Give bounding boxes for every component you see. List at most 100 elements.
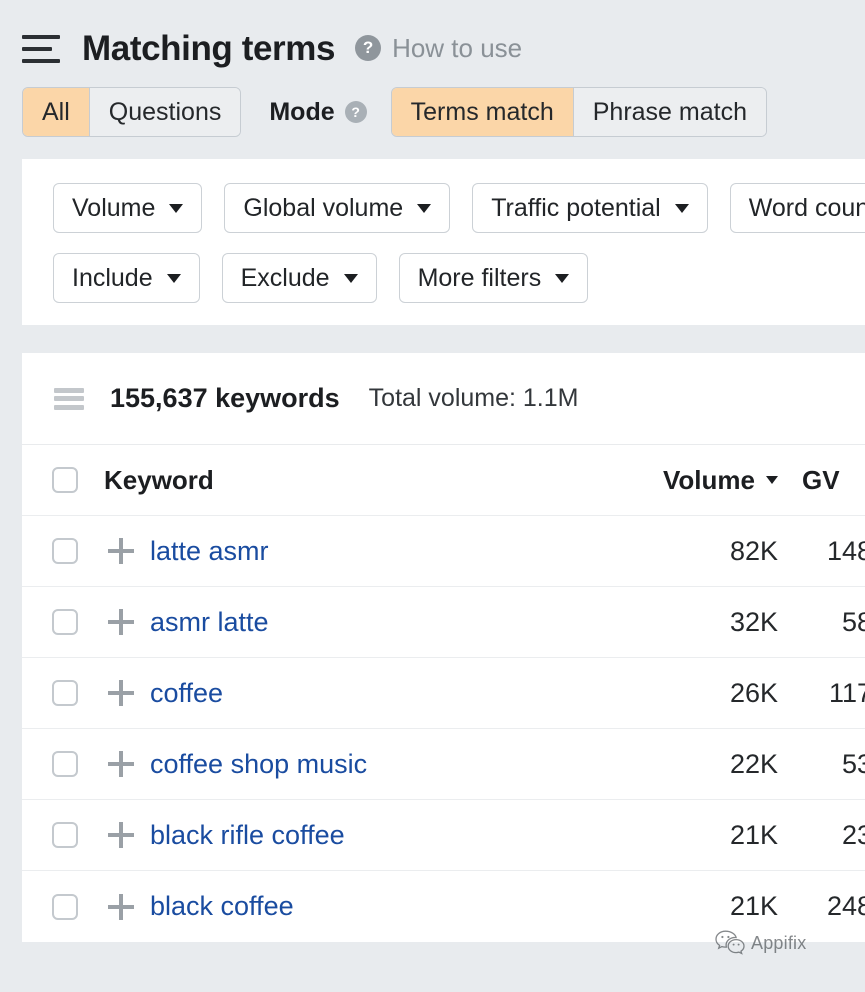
keyword-link[interactable]: black coffee [150, 891, 294, 921]
row-select-cell [22, 680, 98, 706]
keyword-count: 155,637 keywords [110, 383, 340, 414]
row-select-cell [22, 609, 98, 635]
add-keyword-cell [98, 538, 144, 564]
volume-cell: 21K [592, 820, 792, 851]
filter-more-filters[interactable]: More filters [399, 253, 589, 303]
column-header-volume-label: Volume [663, 465, 755, 496]
page-title: Matching terms [82, 31, 335, 66]
mode-toggle-group: Terms match Phrase match [391, 87, 767, 137]
row-checkbox[interactable] [52, 538, 78, 564]
keyword-cell: latte asmr [144, 536, 592, 567]
row-select-cell [22, 751, 98, 777]
plus-icon[interactable] [108, 680, 134, 706]
chevron-down-icon [167, 274, 181, 283]
gv-cell: 148K [792, 536, 865, 567]
table-row[interactable]: latte asmr 82K148K [22, 516, 865, 587]
tab-questions[interactable]: Questions [90, 88, 241, 136]
plus-icon[interactable] [108, 751, 134, 777]
keyword-cell: coffee [144, 678, 592, 709]
keyword-link[interactable]: latte asmr [150, 536, 269, 566]
total-volume: Total volume: 1.1M [369, 384, 579, 413]
filter-traffic-potential-label: Traffic potential [491, 194, 661, 223]
tab-terms-match[interactable]: Terms match [392, 88, 574, 136]
plus-icon[interactable] [108, 822, 134, 848]
keyword-cell: asmr latte [144, 607, 592, 638]
keyword-link[interactable]: black rifle coffee [150, 820, 345, 850]
add-keyword-cell [98, 894, 144, 920]
list-options-icon[interactable] [54, 388, 84, 410]
filter-traffic-potential[interactable]: Traffic potential [472, 183, 708, 233]
volume-cell: 22K [592, 749, 792, 780]
chevron-down-icon [417, 204, 431, 213]
plus-icon[interactable] [108, 894, 134, 920]
table-row[interactable]: coffee shop music 22K53K [22, 729, 865, 800]
table-row[interactable]: coffee26K117K [22, 658, 865, 729]
filter-row-secondary: Include Exclude More filters [22, 253, 865, 303]
row-select-cell [22, 822, 98, 848]
row-checkbox[interactable] [52, 751, 78, 777]
how-to-use-link[interactable]: How to use [392, 33, 522, 64]
filter-more-filters-label: More filters [418, 264, 542, 293]
keyword-link[interactable]: coffee shop music [150, 749, 367, 779]
help-icon[interactable]: ? [355, 35, 381, 61]
gv-cell: 117K [792, 678, 865, 709]
keyword-link[interactable]: asmr latte [150, 607, 269, 637]
keyword-cell: black coffee [144, 891, 592, 922]
mode-help-icon[interactable]: ? [345, 101, 367, 123]
column-header-gv[interactable]: GV [792, 465, 865, 496]
select-all-cell [22, 467, 98, 493]
sort-descending-caret-icon [766, 476, 778, 484]
filter-include[interactable]: Include [53, 253, 200, 303]
filter-word-count-label: Word count [749, 194, 865, 223]
plus-icon[interactable] [108, 538, 134, 564]
gv-cell: 58K [792, 607, 865, 638]
mode-label: Mode [269, 98, 334, 127]
row-select-cell [22, 538, 98, 564]
keyword-link[interactable]: coffee [150, 678, 223, 708]
tab-all[interactable]: All [23, 88, 90, 136]
filter-exclude-label: Exclude [241, 264, 330, 293]
column-header-keyword[interactable]: Keyword [98, 465, 592, 496]
hamburger-icon[interactable] [22, 33, 60, 63]
add-keyword-cell [98, 609, 144, 635]
volume-cell: 21K [592, 891, 792, 922]
volume-cell: 32K [592, 607, 792, 638]
add-keyword-cell [98, 822, 144, 848]
chevron-down-icon [675, 204, 689, 213]
row-checkbox[interactable] [52, 894, 78, 920]
table-body: latte asmr82K148Kasmr latte32K58Kcoffee2… [22, 516, 865, 942]
add-keyword-cell [98, 680, 144, 706]
row-checkbox[interactable] [52, 822, 78, 848]
row-checkbox[interactable] [52, 680, 78, 706]
results-summary-bar: 155,637 keywords Total volume: 1.1M [22, 353, 865, 445]
gv-cell: 53K [792, 749, 865, 780]
filter-row-primary: Volume Global volume Traffic potential W… [22, 183, 865, 233]
volume-cell: 82K [592, 536, 792, 567]
results-panel: 155,637 keywords Total volume: 1.1M Keyw… [22, 353, 865, 942]
filter-include-label: Include [72, 264, 153, 293]
gv-cell: 248K [792, 891, 865, 922]
gv-cell: 23K [792, 820, 865, 851]
plus-icon[interactable] [108, 609, 134, 635]
keyword-cell: black rifle coffee [144, 820, 592, 851]
table-row[interactable]: black rifle coffee 21K23K [22, 800, 865, 871]
filter-global-volume-label: Global volume [243, 194, 403, 223]
keyword-cell: coffee shop music [144, 749, 592, 780]
table-row[interactable]: asmr latte 32K58K [22, 587, 865, 658]
table-row[interactable]: black coffee 21K248K [22, 871, 865, 942]
filter-word-count[interactable]: Word count [730, 183, 865, 233]
row-select-cell [22, 894, 98, 920]
app-header: Matching terms ? How to use [0, 0, 865, 78]
chevron-down-icon [344, 274, 358, 283]
select-all-checkbox[interactable] [52, 467, 78, 493]
tab-phrase-match[interactable]: Phrase match [574, 88, 766, 136]
column-header-volume[interactable]: Volume [592, 465, 792, 496]
add-keyword-cell [98, 751, 144, 777]
filter-exclude[interactable]: Exclude [222, 253, 377, 303]
segment-controls-row: All Questions Mode ? Terms match Phrase … [0, 78, 865, 146]
filter-global-volume[interactable]: Global volume [224, 183, 450, 233]
type-toggle-group: All Questions [22, 87, 241, 137]
row-checkbox[interactable] [52, 609, 78, 635]
filter-volume[interactable]: Volume [53, 183, 202, 233]
keywords-table: Keyword Volume GV latte asmr 82K148K asmr … [22, 445, 865, 942]
